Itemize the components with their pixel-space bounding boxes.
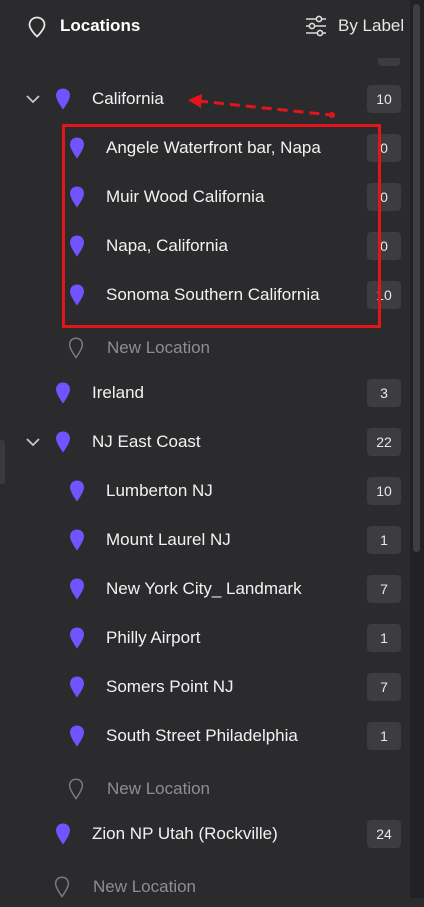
chevron-down-icon[interactable] xyxy=(24,90,42,108)
new-location-button[interactable]: New Location xyxy=(0,769,408,809)
location-pin-icon xyxy=(70,627,84,649)
location-row[interactable]: Somers Point NJ 7 xyxy=(0,667,408,707)
group-label: Zion NP Utah (Rockville) xyxy=(92,824,278,843)
count-badge: 1 xyxy=(367,624,401,652)
location-pin-icon xyxy=(70,676,84,698)
count-badge: 1 xyxy=(367,722,401,750)
location-pin-icon xyxy=(56,88,70,110)
count-badge: 1 xyxy=(367,526,401,554)
dashed-arrow-icon xyxy=(188,94,335,118)
location-pin-icon xyxy=(70,529,84,551)
location-label: South Street Philadelphia xyxy=(106,726,298,745)
location-pin-icon xyxy=(56,382,70,404)
group-by-label-button[interactable]: By Label xyxy=(338,16,404,36)
location-pin-icon xyxy=(70,578,84,600)
location-pin-outline-icon xyxy=(68,778,84,800)
location-pin-icon xyxy=(70,725,84,747)
location-pin-outline-icon xyxy=(68,337,84,359)
partial-count-badge xyxy=(378,58,400,66)
count-badge: 3 xyxy=(367,379,401,407)
new-location-label: New Location xyxy=(93,877,197,896)
new-location-label: New Location xyxy=(107,779,211,798)
location-label: Somers Point NJ xyxy=(106,677,234,696)
location-row[interactable]: New York City_ Landmark 7 xyxy=(0,569,408,609)
group-label: Ireland xyxy=(92,383,144,402)
location-row[interactable]: Lumberton NJ 10 xyxy=(0,471,408,511)
group-row-zion[interactable]: Zion NP Utah (Rockville) 24 xyxy=(0,814,408,854)
locations-header: Locations By Label xyxy=(0,0,424,56)
count-badge: 24 xyxy=(367,820,401,848)
group-row-nj-east-coast[interactable]: NJ East Coast 22 xyxy=(0,422,408,462)
count-badge: 7 xyxy=(367,575,401,603)
location-pin-icon xyxy=(56,823,70,845)
location-pin-outline-icon xyxy=(28,16,46,38)
location-row[interactable]: South Street Philadelphia 1 xyxy=(0,716,408,756)
location-pin-icon xyxy=(70,480,84,502)
location-label: Philly Airport xyxy=(106,628,201,647)
group-row-ireland[interactable]: Ireland 3 xyxy=(0,373,408,413)
location-pin-icon xyxy=(56,431,70,453)
count-badge: 22 xyxy=(367,428,401,456)
location-row[interactable]: Philly Airport 1 xyxy=(0,618,408,658)
highlight-box xyxy=(62,124,381,328)
new-location-button[interactable]: New Location xyxy=(0,867,408,907)
new-location-button[interactable]: New Location xyxy=(0,328,408,368)
location-label: Lumberton NJ xyxy=(106,481,213,500)
filter-sliders-icon[interactable] xyxy=(305,15,327,37)
location-label: New York City_ Landmark xyxy=(106,579,302,598)
scrollbar-thumb[interactable] xyxy=(413,4,420,552)
chevron-down-icon[interactable] xyxy=(24,433,42,451)
count-badge: 10 xyxy=(367,477,401,505)
new-location-label: New Location xyxy=(107,338,211,357)
count-badge: 10 xyxy=(367,85,401,113)
location-row[interactable]: Mount Laurel NJ 1 xyxy=(0,520,408,560)
location-label: Mount Laurel NJ xyxy=(106,530,231,549)
group-label: California xyxy=(92,89,164,108)
group-label: NJ East Coast xyxy=(92,432,201,451)
location-pin-outline-icon xyxy=(54,876,70,898)
page-title: Locations xyxy=(60,16,141,35)
count-badge: 7 xyxy=(367,673,401,701)
